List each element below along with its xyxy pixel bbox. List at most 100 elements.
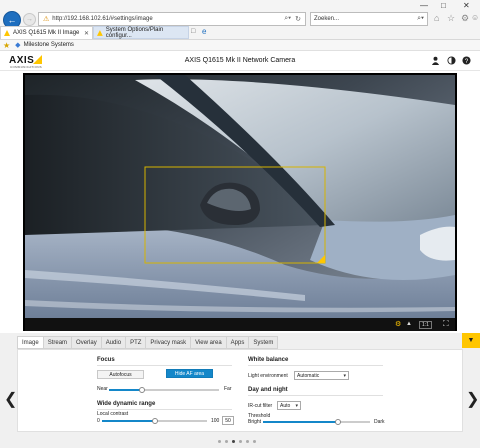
browser-tab-system-options[interactable]: System Options/Plain configur... bbox=[93, 26, 189, 39]
new-tab-icon[interactable]: □ bbox=[191, 28, 195, 35]
certificate-warning-icon: ⚠ bbox=[43, 16, 50, 23]
pager-dot[interactable] bbox=[218, 440, 221, 443]
user-icon[interactable] bbox=[431, 56, 440, 65]
focus-heading: Focus bbox=[97, 357, 115, 363]
threshold-fill bbox=[263, 421, 338, 423]
previous-page-arrow-icon[interactable]: ❮ bbox=[4, 389, 17, 409]
near-label: Near bbox=[97, 386, 108, 392]
page-title: AXIS Q1615 Mk II Network Camera bbox=[184, 57, 296, 64]
wdr-heading: Wide dynamic range bbox=[97, 401, 156, 407]
divider bbox=[97, 409, 232, 410]
search-placeholder: Zoeken... bbox=[314, 16, 340, 22]
fullscreen-icon[interactable]: ⛶ bbox=[443, 319, 449, 329]
far-label: Far bbox=[224, 386, 232, 392]
contrast-theme-icon[interactable] bbox=[447, 56, 456, 65]
autofocus-button[interactable]: Autofocus bbox=[97, 370, 144, 379]
image-settings-box bbox=[17, 349, 463, 432]
focus-slider-knob[interactable] bbox=[139, 387, 145, 393]
tab-audio[interactable]: Audio bbox=[101, 336, 127, 349]
bright-label: Bright bbox=[248, 419, 262, 425]
axis-favicon-icon bbox=[97, 29, 103, 36]
local-contrast-fill bbox=[102, 420, 155, 422]
search-icon[interactable]: ⌕▾ bbox=[417, 15, 424, 23]
pager-dot[interactable] bbox=[225, 440, 228, 443]
local-contrast-label: Local contrast bbox=[97, 411, 129, 417]
divider bbox=[248, 395, 383, 396]
favorites-star-icon[interactable]: ☆ bbox=[447, 13, 455, 24]
tab-ptz[interactable]: PTZ bbox=[126, 336, 147, 349]
settings-tabs: Image Stream Overlay Audio PTZ Privacy m… bbox=[17, 336, 279, 349]
minimize-button[interactable]: — bbox=[420, 1, 428, 10]
hide-af-area-button[interactable]: Hide AF area bbox=[166, 369, 213, 378]
pager-dot[interactable] bbox=[253, 440, 256, 443]
close-window-button[interactable]: ✕ bbox=[463, 1, 470, 10]
camera-image[interactable] bbox=[25, 75, 455, 318]
tab-label: AXIS Q1615 Mk II Image bbox=[13, 30, 80, 36]
focus-settings-icon[interactable]: ⚙ bbox=[395, 320, 401, 328]
tab-system[interactable]: System bbox=[249, 336, 279, 349]
local-contrast-knob[interactable] bbox=[151, 418, 158, 424]
chevron-up-icon[interactable]: ▲ bbox=[406, 321, 412, 327]
tab-apps[interactable]: Apps bbox=[226, 336, 250, 349]
tab-privacy-mask[interactable]: Privacy mask bbox=[146, 336, 192, 349]
svg-text:?: ? bbox=[465, 58, 469, 65]
threshold-knob[interactable] bbox=[334, 419, 341, 425]
pager-dots bbox=[218, 440, 256, 443]
smiley-feedback-icon[interactable]: ☺ bbox=[471, 13, 479, 22]
tab-label: System Options/Plain configur... bbox=[105, 26, 164, 39]
light-environment-value: Automatic bbox=[297, 372, 320, 379]
local-contrast-min: 0 bbox=[97, 418, 100, 424]
pager-dot[interactable] bbox=[246, 440, 249, 443]
ir-cut-filter-value: Auto bbox=[280, 402, 291, 409]
tab-overlay[interactable]: Overlay bbox=[72, 336, 102, 349]
maximize-button[interactable]: □ bbox=[441, 1, 446, 10]
tab-stream[interactable]: Stream bbox=[43, 336, 73, 349]
local-contrast-input[interactable]: 50 bbox=[222, 416, 234, 425]
local-contrast-slider[interactable] bbox=[102, 418, 207, 424]
tab-view-area[interactable]: View area bbox=[191, 336, 227, 349]
close-tab-icon[interactable]: ✕ bbox=[84, 30, 89, 37]
search-input[interactable]: Zoeken... ⌕▾ bbox=[310, 12, 428, 26]
ir-cut-filter-select[interactable]: Auto ▾ bbox=[277, 401, 301, 410]
divider bbox=[248, 365, 383, 366]
divider bbox=[97, 365, 232, 366]
arrow-left-icon: ← bbox=[7, 15, 17, 25]
ie-logo-icon: e bbox=[202, 27, 207, 36]
focus-slider[interactable] bbox=[109, 387, 219, 393]
zoom-ratio-button[interactable]: 1:1 bbox=[419, 321, 432, 329]
home-icon[interactable]: ⌂ bbox=[434, 13, 439, 23]
favorite-link-milestone[interactable]: Milestone Systems bbox=[24, 42, 74, 48]
next-page-arrow-icon[interactable]: ❯ bbox=[466, 389, 479, 409]
settings-gear-icon[interactable]: ⚙ bbox=[461, 13, 469, 24]
refresh-icon[interactable]: ↻ bbox=[295, 15, 301, 23]
pager-dot[interactable] bbox=[239, 440, 242, 443]
pager-dot[interactable] bbox=[232, 440, 235, 443]
local-contrast-max: 100 bbox=[211, 418, 220, 424]
camera-feed bbox=[25, 75, 455, 318]
dark-label: Dark bbox=[374, 419, 385, 425]
browser-tab-axis-image[interactable]: AXIS Q1615 Mk II Image ✕ bbox=[0, 26, 93, 39]
url-text[interactable]: http://192.168.102.61/#settings/image bbox=[52, 16, 284, 22]
browser-tab-strip: AXIS Q1615 Mk II Image ✕ System Options/… bbox=[0, 26, 480, 39]
white-balance-heading: White balance bbox=[248, 357, 289, 363]
light-environment-label: Light environment bbox=[248, 373, 288, 379]
axis-logo-subtitle: COMMUNICATIONS bbox=[10, 65, 42, 69]
milestone-favicon-icon: ◆ bbox=[15, 42, 21, 49]
collapse-panel-button[interactable]: ▼ bbox=[462, 333, 480, 348]
axis-favicon-icon bbox=[4, 30, 10, 36]
favorites-bar: ★ ◆ Milestone Systems bbox=[0, 40, 480, 51]
address-bar[interactable]: ⚠ http://192.168.102.61/#settings/image … bbox=[38, 12, 306, 26]
live-view[interactable]: ⚙ ▲ 1:1 ⛶ bbox=[23, 73, 457, 331]
help-icon[interactable]: ? bbox=[462, 56, 471, 65]
forward-button[interactable]: → bbox=[23, 13, 36, 26]
light-environment-select[interactable]: Automatic ▾ bbox=[294, 371, 349, 380]
arrow-right-icon: → bbox=[26, 16, 33, 23]
day-night-heading: Day and night bbox=[248, 387, 288, 393]
tab-image[interactable]: Image bbox=[17, 336, 44, 349]
chevron-down-icon: ▼ bbox=[467, 337, 475, 344]
ir-cut-filter-label: IR-cut filter bbox=[248, 403, 273, 409]
favorites-star-icon[interactable]: ★ bbox=[3, 41, 10, 50]
focus-slider-fill bbox=[109, 389, 142, 391]
search-dropdown-icon[interactable]: ⌕▾ bbox=[284, 15, 291, 23]
threshold-slider[interactable] bbox=[263, 419, 370, 425]
